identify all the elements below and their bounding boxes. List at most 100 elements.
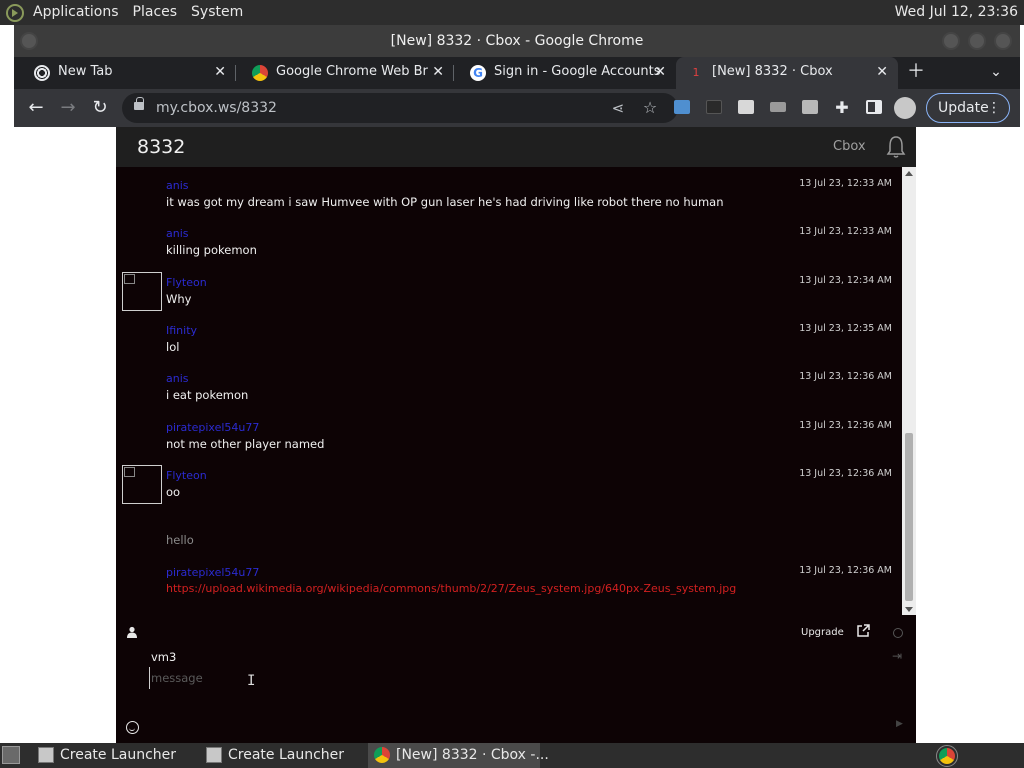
task-create-launcher-2[interactable]: Create Launcher (200, 743, 368, 768)
launcher-icon (38, 747, 54, 763)
scroll-thumb[interactable] (905, 433, 913, 601)
cbox-link[interactable]: Cbox (833, 127, 866, 167)
tab-close-icon[interactable]: ✕ (876, 57, 888, 87)
chat-message: piratepixel54u77 13 Jul 23, 12:36 AM not m… (116, 416, 902, 464)
panel-clock[interactable]: Wed Jul 12, 23:36 (895, 0, 1018, 25)
chat-message: anis 13 Jul 23, 12:36 AM i eat pokemon (116, 367, 902, 415)
extension-icon-2[interactable] (706, 100, 722, 114)
show-desktop-icon[interactable] (2, 746, 20, 764)
status-indicator-icon (893, 628, 903, 638)
applications-menu[interactable]: Applications (26, 0, 126, 25)
chrome-icon (374, 747, 390, 763)
top-panel: Applications Places System Wed Jul 12, 2… (0, 0, 1024, 25)
upgrade-link[interactable]: Upgrade (801, 627, 844, 638)
text-cursor-icon: I (247, 673, 256, 689)
message-username[interactable]: piratepixel54u77 (166, 566, 259, 579)
close-window-button[interactable] (994, 32, 1012, 50)
nickname-label[interactable]: vm3 (151, 650, 176, 664)
tab-chrome-web-browser[interactable]: Google Chrome Web Brow ✕ (236, 57, 454, 89)
login-icon[interactable]: ⇥ (892, 649, 902, 663)
message-text: oo (166, 485, 181, 499)
google-icon: G (470, 65, 486, 81)
task-chrome-cbox[interactable]: [New] 8332 · Cbox -... (368, 743, 549, 768)
address-bar[interactable]: my.cbox.ws/8332 ⋖ ☆ (122, 93, 678, 123)
user-icon[interactable] (126, 626, 138, 638)
task-label: [New] 8332 · Cbox -... (396, 747, 549, 763)
task-create-launcher-1[interactable]: Create Launcher (32, 743, 200, 768)
tab-sign-in[interactable]: G Sign in - Google Accounts ✕ (454, 57, 676, 89)
avatar[interactable] (122, 272, 162, 311)
reload-icon[interactable]: ↻ (88, 96, 112, 120)
window-menu-button[interactable] (20, 32, 38, 50)
tab-label: New Tab (58, 64, 113, 79)
message-timestamp: 13 Jul 23, 12:36 AM (799, 371, 892, 382)
popout-icon[interactable] (856, 624, 870, 638)
tab-search-chevron-icon[interactable]: ⌄ (984, 60, 1008, 84)
tab-new-tab[interactable]: New Tab ✕ (14, 57, 236, 89)
message-timestamp: 13 Jul 23, 12:36 AM (799, 468, 892, 479)
tab-close-icon[interactable]: ✕ (432, 57, 444, 87)
chat-panel: anis 13 Jul 23, 12:33 AM it was got my dre… (116, 167, 916, 743)
message-text: i eat pokemon (166, 388, 249, 402)
message-username[interactable]: Ifinity (166, 324, 197, 337)
message-list[interactable]: anis 13 Jul 23, 12:33 AM it was got my dre… (116, 167, 902, 615)
message-username[interactable]: anis (166, 372, 189, 385)
tab-label: Sign in - Google Accounts (494, 64, 661, 79)
side-panel-icon[interactable] (866, 100, 882, 114)
message-text: lol (166, 340, 180, 354)
tab-close-icon[interactable]: ✕ (214, 57, 226, 87)
back-arrow-icon[interactable]: ← (24, 96, 48, 120)
avatar[interactable] (122, 465, 162, 504)
cbox-icon: 1 (692, 66, 700, 79)
chrome-window: [New] 8332 · Cbox - Google Chrome New Ta… (14, 25, 1020, 743)
window-titlebar[interactable]: [New] 8332 · Cbox - Google Chrome (14, 25, 1020, 57)
chat-message: anis 13 Jul 23, 12:33 AM killing pokemon (116, 222, 902, 270)
lock-icon[interactable] (134, 97, 144, 110)
message-timestamp: 13 Jul 23, 12:36 AM (799, 420, 892, 431)
message-username[interactable]: piratepixel54u77 (166, 421, 259, 434)
bell-icon[interactable] (886, 135, 906, 159)
maximize-button[interactable] (968, 32, 986, 50)
extension-icon-3[interactable] (738, 100, 754, 114)
page-content: 8332 Cbox anis 13 Jul 23, 12:33 AM it was … (14, 127, 1020, 743)
update-button[interactable]: Update ⋮ (926, 93, 1010, 123)
tab-cbox[interactable]: 1 [New] 8332 · Cbox ✕ (676, 57, 898, 89)
message-username[interactable]: anis (166, 179, 189, 192)
tab-close-icon[interactable]: ✕ (654, 57, 666, 87)
forward-arrow-icon[interactable]: → (56, 96, 80, 120)
cbox-header: 8332 Cbox (116, 127, 916, 167)
update-label: Update (938, 100, 989, 116)
message-text: not me other player named (166, 437, 325, 451)
extension-icon-5[interactable] (802, 100, 818, 114)
room-title: 8332 (137, 136, 186, 158)
tab-label: Google Chrome Web Brow (276, 64, 428, 79)
chat-message: Ifinity 13 Jul 23, 12:35 AM lol (116, 319, 902, 367)
message-username[interactable]: anis (166, 227, 189, 240)
share-icon[interactable]: ⋖ (606, 96, 630, 120)
extensions-puzzle-icon[interactable]: ✚ (830, 96, 854, 120)
profile-avatar-icon[interactable] (894, 97, 916, 119)
system-menu[interactable]: System (184, 0, 250, 25)
new-tab-plus-icon[interactable]: ＋ (904, 60, 928, 84)
message-link[interactable]: https://upload.wikimedia.org/wikipedia/c… (166, 582, 736, 595)
places-menu[interactable]: Places (126, 0, 185, 25)
minimize-button[interactable] (942, 32, 960, 50)
scroll-up-arrow-icon[interactable] (905, 171, 913, 176)
extension-icon-1[interactable] (674, 100, 690, 114)
message-timestamp: 13 Jul 23, 12:36 AM (799, 565, 892, 576)
message-text: Why (166, 292, 192, 306)
message-input[interactable] (149, 667, 749, 689)
message-username[interactable]: Flyteon (166, 276, 207, 289)
tab-label: [New] 8332 · Cbox (712, 64, 833, 79)
keyboard-extension-icon[interactable] (770, 102, 786, 112)
gnome-foot-icon[interactable] (6, 3, 24, 22)
chat-scrollbar[interactable] (902, 167, 916, 615)
tray-chrome-icon[interactable] (936, 745, 958, 767)
bookmark-star-icon[interactable]: ☆ (638, 96, 662, 120)
kebab-menu-icon[interactable]: ⋮ (987, 94, 1001, 122)
message-timestamp: 13 Jul 23, 12:35 AM (799, 323, 892, 334)
message-username[interactable]: Flyteon (166, 469, 207, 482)
scroll-down-arrow-icon[interactable] (905, 607, 913, 612)
send-arrow-icon[interactable]: ▶ (896, 719, 903, 729)
emoji-icon[interactable] (126, 721, 139, 734)
